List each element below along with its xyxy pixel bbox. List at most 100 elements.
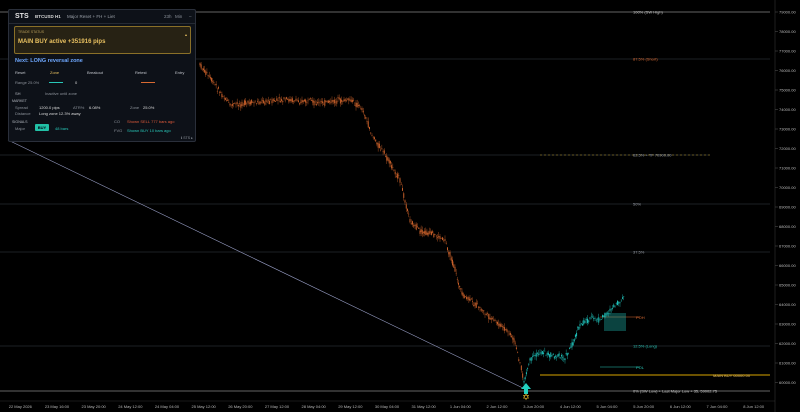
close-button[interactable]: – [189, 14, 192, 19]
candle-body [549, 354, 551, 358]
candle-body [400, 184, 402, 185]
panel-symbol: BTCUSD H1 [35, 14, 61, 19]
candle-body [571, 342, 573, 348]
candle-body [454, 266, 456, 272]
candle-body [293, 101, 295, 102]
candle-body [305, 99, 307, 103]
candle-body [219, 91, 221, 93]
fvg-zone-box[interactable] [604, 313, 626, 331]
candle-body [498, 323, 500, 326]
candle-body [372, 136, 374, 138]
candle-body [399, 178, 401, 183]
timeframe-button[interactable]: 23h [164, 14, 172, 19]
candle-body [347, 98, 349, 100]
candle-body [231, 103, 233, 106]
collapse-icon[interactable]: ▴ [185, 32, 187, 37]
candle-body [515, 347, 517, 349]
strategy-panel[interactable]: STS BTCUSD H1 Major Reset + FH + Liet 23… [8, 9, 196, 142]
candle-body [367, 121, 369, 128]
y-axis-tick-label: 67000.00 [779, 244, 796, 249]
y-axis-tick-label: 63000.00 [779, 322, 796, 327]
x-axis-tick-label: 5 Jun 20:00 [633, 404, 655, 409]
candle-body [306, 102, 308, 103]
major-label: Major [15, 126, 26, 131]
candle-body [477, 303, 478, 305]
candle-body [199, 63, 201, 66]
candle-body [208, 75, 210, 77]
candle-body [362, 110, 364, 113]
candle-body [249, 101, 251, 105]
candle-body [240, 104, 242, 108]
candle-body [489, 317, 491, 320]
poh-label: POH [636, 315, 645, 320]
stage-reset: Reset [15, 70, 26, 75]
candle-body [353, 99, 355, 101]
candle-body [608, 313, 610, 314]
candle-body [263, 100, 265, 104]
candle-body [484, 313, 486, 315]
candle-body [393, 169, 395, 171]
market-heading: MARKET [12, 99, 27, 103]
candle-body [499, 323, 501, 328]
x-axis-tick-label: 2 Jun 12:00 [487, 404, 509, 409]
candle-body [455, 272, 457, 274]
candle-body [570, 346, 572, 348]
candle-body [404, 200, 406, 203]
candle-body [435, 235, 437, 237]
candle-body [303, 99, 305, 102]
x-axis-tick-label: 31 May 12:00 [412, 404, 437, 409]
candle-body [412, 221, 413, 225]
candle-body [317, 102, 319, 104]
candle-body [613, 304, 615, 308]
candle-body [564, 358, 566, 361]
candle-body [425, 230, 427, 235]
candle-body [261, 100, 263, 102]
level-label-l625: 62.5% + TF 70900.00 [633, 153, 672, 158]
candle-body [462, 293, 464, 297]
candle-body [395, 176, 397, 177]
candle-body [398, 175, 400, 176]
y-axis-tick-label: 78000.00 [779, 29, 796, 34]
candle-body [326, 101, 328, 102]
candle-body [320, 100, 322, 102]
minimize-button[interactable]: Min [175, 14, 182, 19]
next-title: Next: LONG reversal zone [15, 58, 83, 64]
candle-body [380, 149, 382, 151]
candle-body [377, 143, 379, 148]
candle-body [365, 117, 367, 119]
y-axis-tick-label: 66000.00 [779, 263, 796, 268]
candle-body [469, 298, 471, 301]
candle-body [509, 333, 511, 336]
fvg-label: FVG [114, 128, 123, 133]
candle-body [388, 159, 390, 164]
y-axis-tick-label: 70000.00 [779, 185, 796, 190]
candle-body [453, 264, 455, 268]
candle-body [265, 99, 267, 102]
x-axis-tick-label: 22 May 2026 [9, 404, 33, 409]
candle-body [528, 364, 530, 365]
candle-body [405, 204, 407, 209]
x-axis-tick-label: 28 May 04:00 [302, 404, 327, 409]
candle-body [200, 64, 202, 69]
candle-body [442, 237, 443, 240]
candle-body [209, 76, 211, 79]
candle-body [478, 306, 480, 308]
stage-zone: Zone [50, 70, 60, 75]
candle-body [294, 100, 296, 102]
candle-body [207, 75, 209, 76]
main-buy-label: MAIN BUY 60000.00 [713, 373, 751, 378]
candle-body [599, 318, 601, 320]
candle-body [394, 171, 396, 175]
candle-body [600, 319, 602, 320]
candle-body [474, 302, 476, 306]
candle-body [235, 103, 237, 105]
candle-body [577, 327, 579, 328]
candle-body [276, 98, 278, 101]
y-axis-tick-label: 65000.00 [779, 283, 796, 288]
candle-body [354, 104, 356, 106]
candle-body [359, 105, 361, 106]
candle-body [375, 139, 377, 142]
co-value: Shown SELL 777 bars ago [127, 119, 175, 124]
candle-body [279, 101, 281, 103]
candle-body [308, 99, 310, 100]
